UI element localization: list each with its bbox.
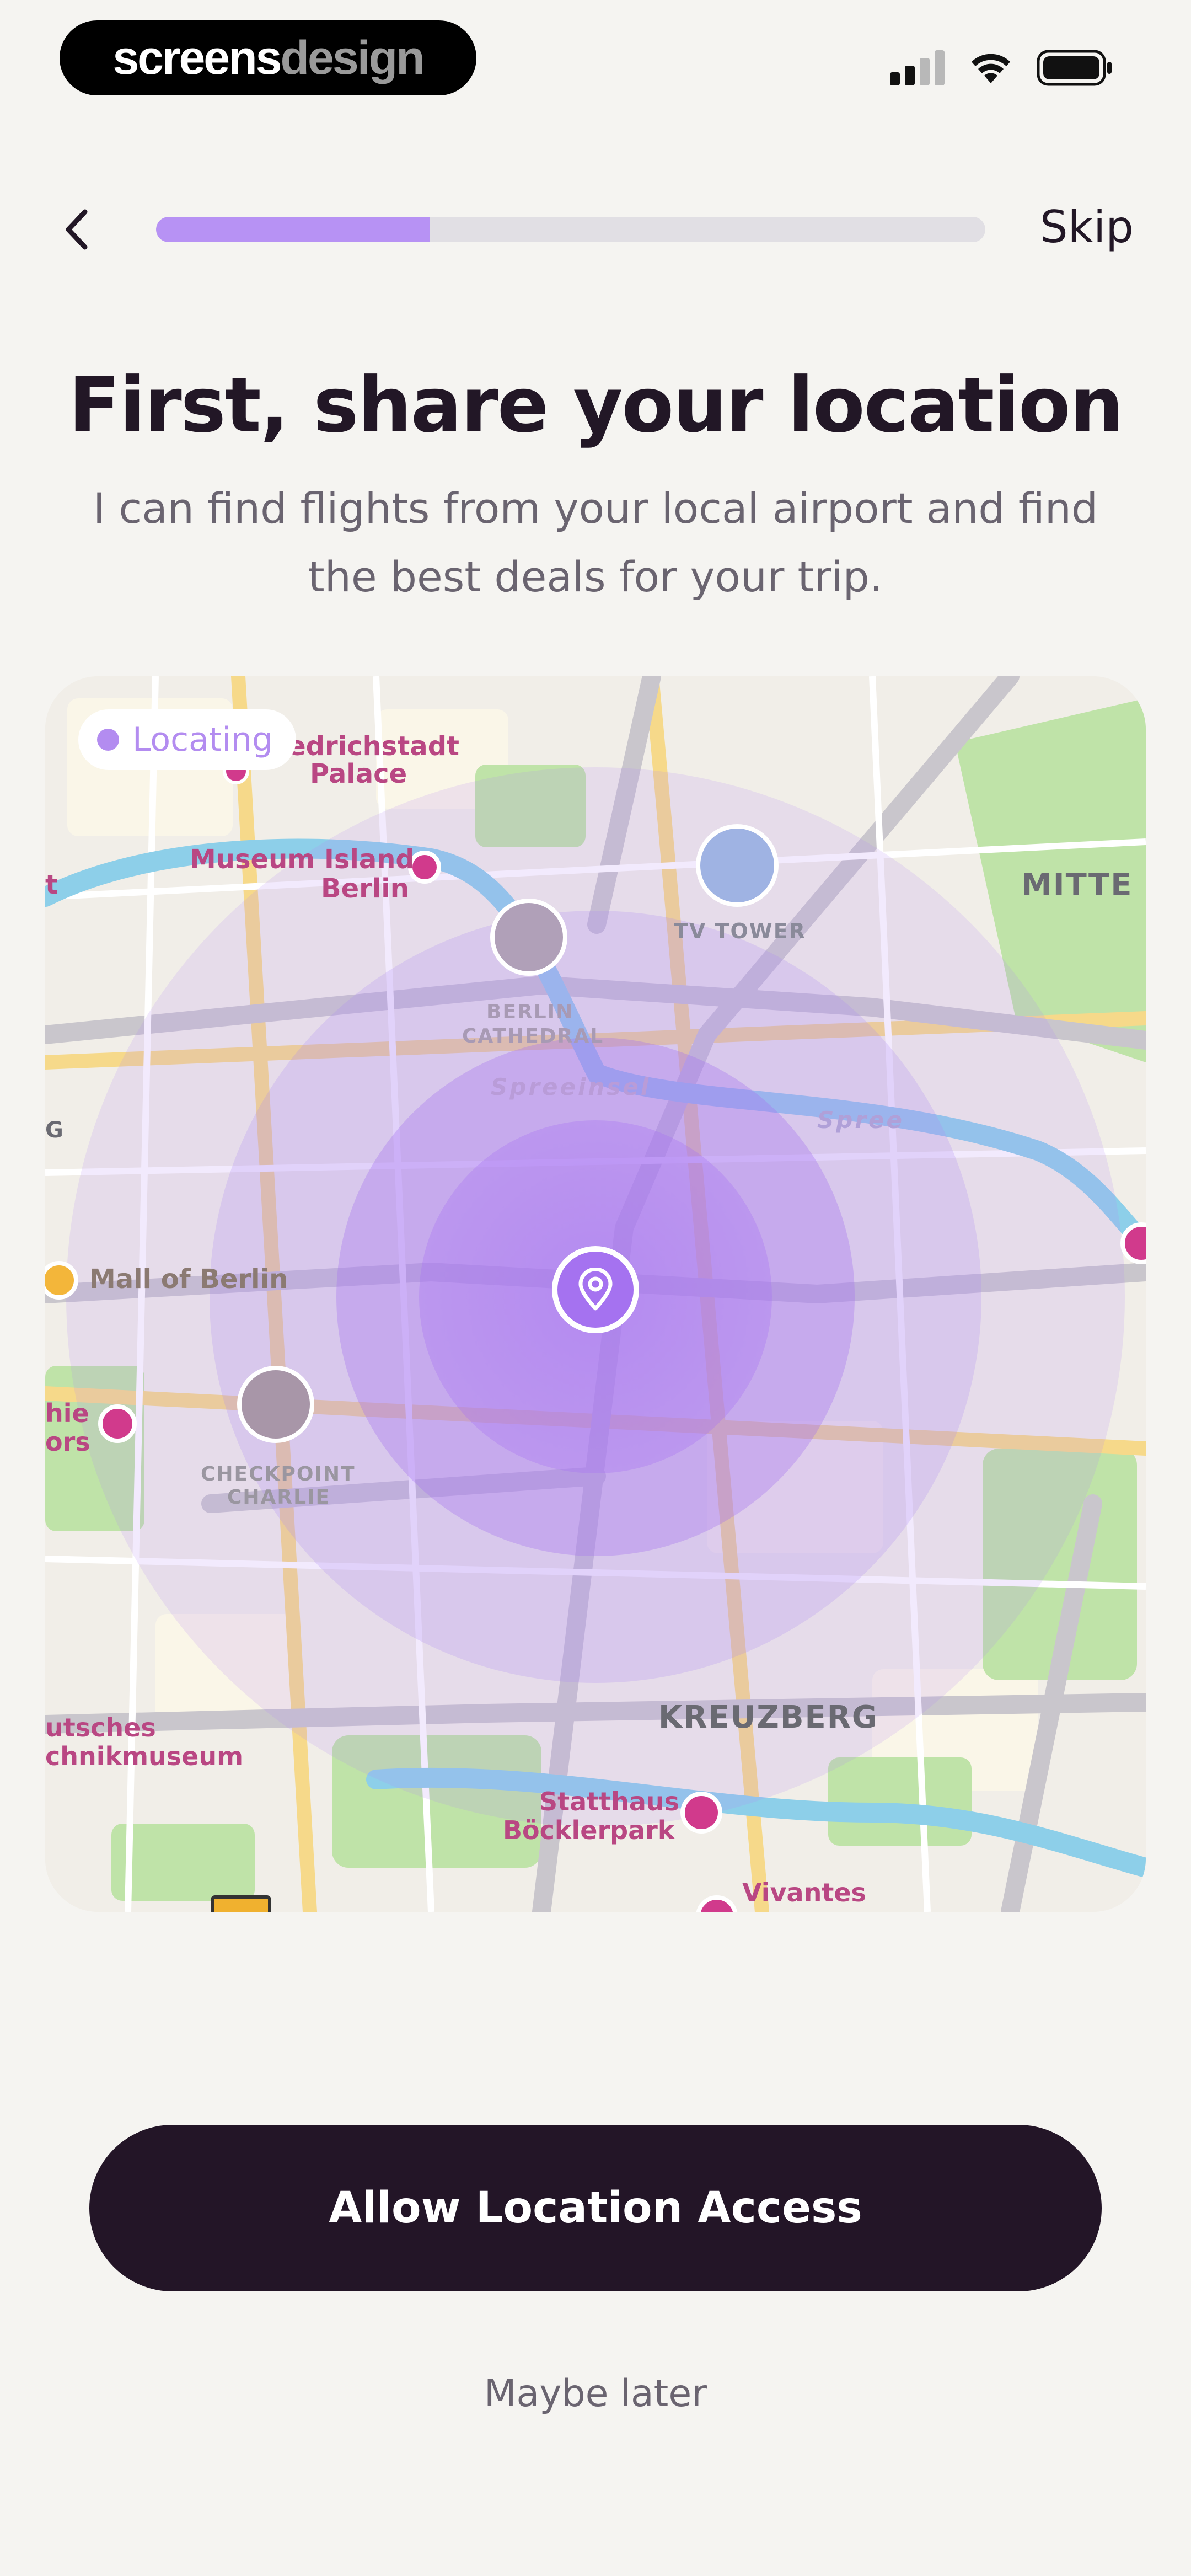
map-label: hie [45, 1398, 89, 1428]
map-label: Spree [817, 1107, 904, 1134]
map-label: utsches [45, 1713, 156, 1743]
tv-tower-marker [696, 824, 779, 907]
map-label: Museum Island [190, 844, 415, 875]
page-title: First, share your location [68, 361, 1124, 450]
current-location-marker [552, 1246, 639, 1333]
locating-status-chip: Locating [78, 709, 297, 770]
brand-badge: screens design [60, 20, 476, 95]
skip-button[interactable]: Skip [1040, 200, 1134, 255]
map-label: Palace [310, 758, 407, 789]
map-label: Böcklerpark [503, 1815, 675, 1845]
map-label: MITTE [1021, 867, 1133, 903]
chevron-left-icon[interactable] [60, 202, 93, 257]
map-label: CATHEDRAL [462, 1025, 604, 1047]
map-label: BERLIN [486, 1001, 574, 1023]
brand-name-part2: design [280, 31, 425, 84]
poi-marker [98, 1404, 137, 1443]
maybe-later-button[interactable]: Maybe later [0, 2372, 1191, 2415]
poi-marker [680, 1792, 722, 1834]
cellular-signal-icon [890, 50, 945, 85]
map-label: Berlin [321, 873, 409, 904]
location-map: riedrichstadt Palace Museum Island Berli… [45, 676, 1146, 1912]
battery-icon [1037, 50, 1112, 86]
map-label: CHARLIE [227, 1486, 331, 1509]
map-label: ors [45, 1427, 90, 1457]
map-label: Mall of Berlin [89, 1264, 288, 1295]
cathedral-marker [490, 899, 567, 976]
page-subtitle: I can find flights from your local airpo… [93, 484, 1098, 601]
status-dot [97, 729, 119, 751]
map-label: TV TOWER [674, 919, 806, 943]
checkpoint-marker [237, 1366, 314, 1443]
brand-name-part1: screens [112, 31, 282, 84]
map-label: KREUZBERG [658, 1699, 878, 1735]
location-pin-icon [578, 1268, 613, 1311]
progress-fill [156, 217, 430, 242]
map-label: Statthaus [539, 1787, 680, 1816]
map-label: chnikmuseum [45, 1741, 244, 1771]
allow-location-button[interactable]: Allow Location Access [89, 2125, 1102, 2291]
map-label: G [45, 1118, 63, 1143]
map-label: t [45, 869, 58, 900]
onboarding-progress-bar [156, 217, 985, 242]
road-shield [211, 1895, 271, 1912]
map-label: Vivantes [742, 1878, 866, 1907]
map-label: Spreeinsel [491, 1073, 651, 1100]
map-label: CHECKPOINT [201, 1463, 356, 1485]
wifi-icon [972, 54, 1010, 83]
locating-label: Locating [132, 720, 273, 759]
status-icons [890, 46, 1114, 89]
